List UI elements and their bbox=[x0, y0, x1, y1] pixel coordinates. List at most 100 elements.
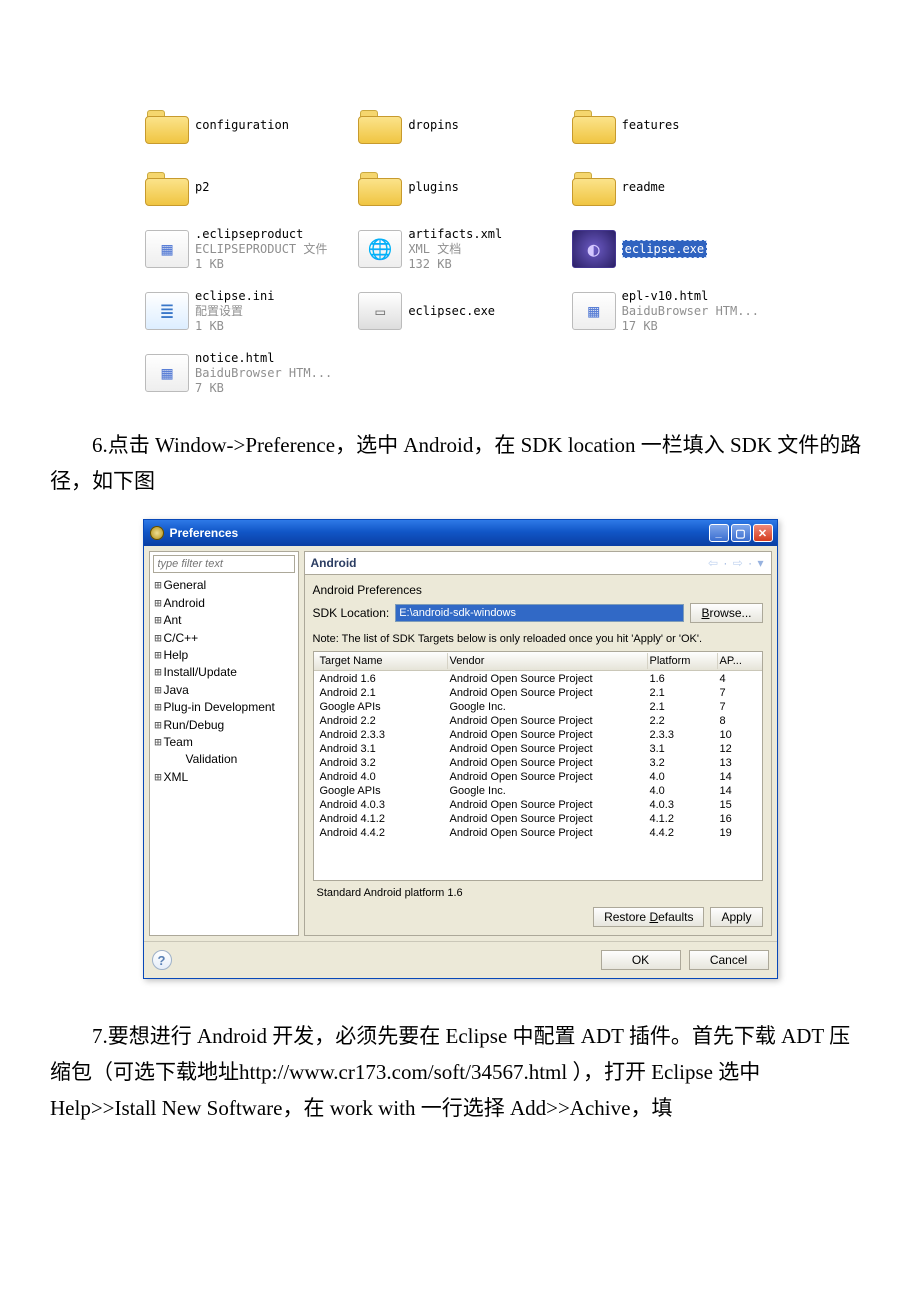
folder-icon bbox=[358, 168, 402, 206]
file-item[interactable]: plugins bbox=[358, 162, 561, 212]
apply-button[interactable]: Apply bbox=[710, 907, 762, 927]
table-cell: 2.1 bbox=[648, 687, 718, 699]
file-item[interactable]: features bbox=[572, 100, 775, 150]
close-button[interactable]: ✕ bbox=[753, 524, 773, 542]
table-cell: Android Open Source Project bbox=[448, 673, 648, 685]
tree-item[interactable]: ⊞General bbox=[153, 577, 295, 594]
maximize-button[interactable]: ▢ bbox=[731, 524, 751, 542]
ok-button[interactable]: OK bbox=[601, 950, 681, 970]
tree-item[interactable]: ⊞C/C++ bbox=[153, 630, 295, 647]
table-cell: 4.0 bbox=[648, 771, 718, 783]
file-item[interactable]: eclipsec.exe bbox=[358, 286, 561, 336]
table-cell: Android Open Source Project bbox=[448, 813, 648, 825]
table-cell: 13 bbox=[718, 757, 758, 769]
table-row[interactable]: Android 4.1.2Android Open Source Project… bbox=[314, 812, 762, 826]
file-item[interactable]: readme bbox=[572, 162, 775, 212]
tree-item[interactable]: ⊞Run/Debug bbox=[153, 717, 295, 734]
table-cell: Android 3.2 bbox=[318, 757, 448, 769]
file-item[interactable]: artifacts.xmlXML 文档132 KB bbox=[358, 224, 561, 274]
expand-icon[interactable]: ⊞ bbox=[153, 682, 164, 699]
table-row[interactable]: Android 2.2Android Open Source Project2.… bbox=[314, 714, 762, 728]
table-cell: 3.1 bbox=[648, 743, 718, 755]
expand-icon[interactable]: ⊞ bbox=[153, 595, 164, 612]
file-item[interactable]: .eclipseproductECLIPSEPRODUCT 文件1 KB bbox=[145, 224, 348, 274]
table-cell: Android 1.6 bbox=[318, 673, 448, 685]
table-cell: 15 bbox=[718, 799, 758, 811]
folder-icon bbox=[145, 168, 189, 206]
column-header[interactable]: Platform bbox=[648, 653, 718, 669]
file-item[interactable]: notice.htmlBaiduBrowser HTM...7 KB bbox=[145, 348, 348, 398]
expand-icon[interactable]: ⊞ bbox=[153, 577, 164, 594]
file-item[interactable]: dropins bbox=[358, 100, 561, 150]
file-item[interactable]: epl-v10.htmlBaiduBrowser HTM...17 KB bbox=[572, 286, 775, 336]
table-cell: 4.1.2 bbox=[648, 813, 718, 825]
table-cell: 8 bbox=[718, 715, 758, 727]
expand-icon[interactable]: ⊞ bbox=[153, 717, 164, 734]
expand-icon[interactable]: ⊞ bbox=[153, 699, 164, 716]
expand-icon[interactable]: ⊞ bbox=[153, 647, 164, 664]
table-header[interactable]: Target NameVendorPlatformAP... bbox=[314, 652, 762, 671]
table-row[interactable]: Android 4.0Android Open Source Project4.… bbox=[314, 770, 762, 784]
tree-item[interactable]: ⊞Plug-in Development bbox=[153, 699, 295, 716]
reload-note: Note: The list of SDK Targets below is o… bbox=[313, 633, 763, 645]
tree-item[interactable]: ⊞Ant bbox=[153, 612, 295, 629]
paragraph-6: 6.点击 Window->Preference，选中 Android，在 SDK… bbox=[50, 428, 870, 499]
titlebar[interactable]: Preferences _ ▢ ✕ bbox=[144, 520, 777, 546]
column-header[interactable]: AP... bbox=[718, 653, 758, 669]
banner-tools[interactable]: ⇦ · ⇨ · ▾ bbox=[708, 556, 764, 570]
table-cell: Android 3.1 bbox=[318, 743, 448, 755]
sdk-location-input[interactable] bbox=[395, 604, 684, 622]
file-item[interactable]: configuration bbox=[145, 100, 348, 150]
file-name: dropins bbox=[408, 118, 459, 132]
help-icon[interactable]: ? bbox=[152, 950, 172, 970]
tree-item[interactable]: ⊞XML bbox=[153, 769, 295, 786]
browse-button[interactable]: Browse... bbox=[690, 603, 762, 623]
table-row[interactable]: Android 2.1Android Open Source Project2.… bbox=[314, 686, 762, 700]
table-cell: 4.4.2 bbox=[648, 827, 718, 839]
tree-item[interactable]: ⊞Help bbox=[153, 647, 295, 664]
table-row[interactable]: Android 4.4.2Android Open Source Project… bbox=[314, 826, 762, 840]
expand-icon[interactable]: ⊞ bbox=[153, 664, 164, 681]
table-cell: 4.0.3 bbox=[648, 799, 718, 811]
file-name: readme bbox=[622, 180, 665, 194]
table-row[interactable]: Android 3.1Android Open Source Project3.… bbox=[314, 742, 762, 756]
tree-item[interactable]: ⊞Android bbox=[153, 595, 295, 612]
minimize-button[interactable]: _ bbox=[709, 524, 729, 542]
column-header[interactable]: Vendor bbox=[448, 653, 648, 669]
filter-input[interactable] bbox=[153, 555, 295, 573]
file-item[interactable]: eclipse.exe bbox=[572, 224, 775, 274]
expand-icon[interactable]: ⊞ bbox=[153, 612, 164, 629]
folder-icon bbox=[572, 106, 616, 144]
tree-item[interactable]: Validation bbox=[153, 751, 295, 768]
preferences-tree[interactable]: ⊞General⊞Android⊞Ant⊞C/C++⊞Help⊞Install/… bbox=[153, 577, 295, 786]
file-item[interactable]: p2 bbox=[145, 162, 348, 212]
tree-item[interactable]: ⊞Java bbox=[153, 682, 295, 699]
table-row[interactable]: Android 2.3.3Android Open Source Project… bbox=[314, 728, 762, 742]
table-cell: Android 2.1 bbox=[318, 687, 448, 699]
nav-back-icon[interactable]: ⇦ bbox=[708, 556, 719, 570]
table-row[interactable]: Android 1.6Android Open Source Project1.… bbox=[314, 672, 762, 686]
expand-icon[interactable]: ⊞ bbox=[153, 630, 164, 647]
paragraph-6-text: 6.点击 Window->Preference，选中 Android，在 SDK… bbox=[50, 433, 861, 493]
restore-defaults-button[interactable]: Restore Defaults bbox=[593, 907, 704, 927]
table-row[interactable]: Android 4.0.3Android Open Source Project… bbox=[314, 798, 762, 812]
column-header[interactable]: Target Name bbox=[318, 653, 448, 669]
table-cell: 2.3.3 bbox=[648, 729, 718, 741]
sdk-targets-table[interactable]: Target NameVendorPlatformAP... Android 1… bbox=[313, 651, 763, 881]
file-name: eclipse.ini bbox=[195, 289, 274, 303]
file-size: 17 KB bbox=[622, 319, 759, 334]
file-icon bbox=[145, 354, 189, 392]
expand-icon[interactable]: ⊞ bbox=[153, 769, 164, 786]
tree-item[interactable]: ⊞Install/Update bbox=[153, 664, 295, 681]
table-row[interactable]: Google APIsGoogle Inc.2.17 bbox=[314, 700, 762, 714]
expand-icon[interactable]: ⊞ bbox=[153, 734, 164, 751]
file-item[interactable]: eclipse.ini配置设置1 KB bbox=[145, 286, 348, 336]
nav-fwd-icon[interactable]: ⇨ bbox=[733, 556, 744, 570]
table-row[interactable]: Google APIsGoogle Inc.4.014 bbox=[314, 784, 762, 798]
banner: Android ⇦ · ⇨ · ▾ bbox=[304, 551, 772, 575]
table-cell: 14 bbox=[718, 771, 758, 783]
tree-item[interactable]: ⊞Team bbox=[153, 734, 295, 751]
file-icon bbox=[358, 292, 402, 330]
cancel-button[interactable]: Cancel bbox=[689, 950, 769, 970]
table-row[interactable]: Android 3.2Android Open Source Project3.… bbox=[314, 756, 762, 770]
